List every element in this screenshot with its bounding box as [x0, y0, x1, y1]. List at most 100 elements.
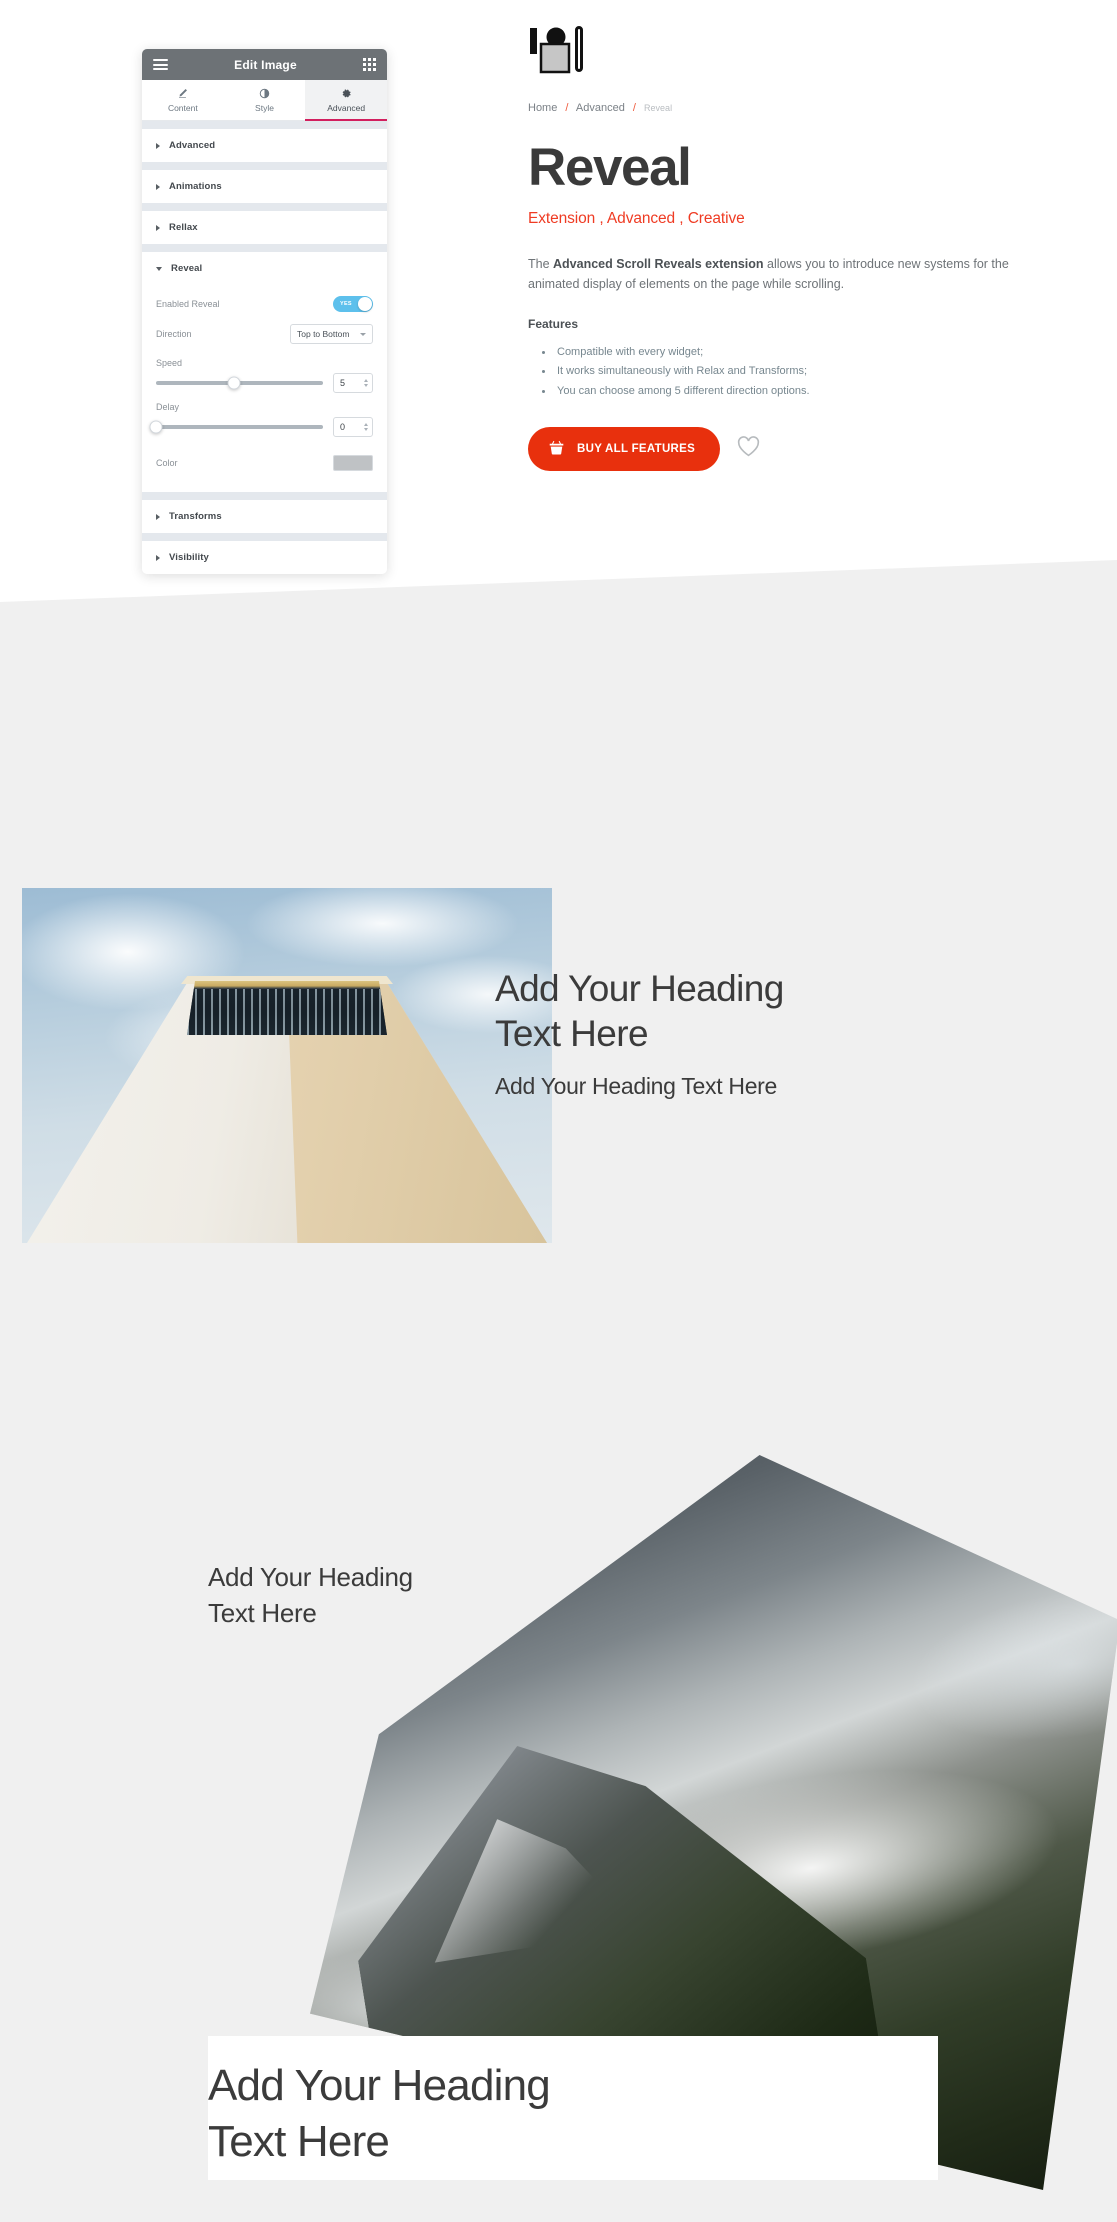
breadcrumb-separator: /: [565, 102, 569, 114]
chevron-right-icon: [156, 224, 160, 231]
buy-button-label: BUY ALL FEATURES: [577, 442, 696, 455]
page-root: Edit Image Content Style Advanced Advanc…: [0, 0, 1117, 2222]
speed-numberbox[interactable]: 5: [333, 373, 373, 393]
tab-content[interactable]: Content: [142, 80, 224, 120]
panel-divider-1: [142, 121, 387, 129]
chevron-right-icon: [156, 513, 160, 520]
cta-row: BUY ALL FEATURES: [528, 426, 1058, 471]
color-row: Color: [156, 448, 373, 478]
panel-header: Edit Image: [142, 49, 387, 80]
building-windows: [187, 981, 387, 1035]
speed-slider[interactable]: [156, 376, 323, 390]
panel-divider-4: [142, 244, 387, 252]
enabled-reveal-toggle[interactable]: YES: [333, 296, 373, 312]
tab-advanced-label: Advanced: [327, 103, 366, 113]
chevron-down-icon: [360, 332, 366, 336]
section-advanced[interactable]: Advanced: [142, 129, 387, 162]
direction-row: Direction Top to Bottom: [156, 319, 373, 349]
panel-title: Edit Image: [234, 57, 297, 72]
chevron-right-icon: [156, 142, 160, 149]
breadcrumb-item-home[interactable]: Home: [528, 102, 557, 114]
window-slats: [187, 988, 387, 1035]
section-transforms[interactable]: Transforms: [142, 500, 387, 533]
panel-divider-2: [142, 162, 387, 170]
spinner-icon[interactable]: [364, 423, 368, 431]
direction-select[interactable]: Top to Bottom: [290, 324, 373, 344]
direction-label: Direction: [156, 329, 192, 339]
speed-label: Speed: [156, 358, 183, 368]
delay-slider[interactable]: [149, 420, 323, 434]
demo-heading-block-1: Add Your Heading Text Here Add Your Head…: [495, 966, 1055, 1100]
delay-value: 0: [340, 422, 346, 432]
enabled-reveal-row: Enabled Reveal YES: [156, 289, 373, 319]
demo-subheading-1: Add Your Heading Text Here: [495, 1073, 778, 1100]
speed-value: 5: [340, 378, 346, 388]
list-item: Compatible with every widget;: [528, 343, 1058, 362]
toggle-state-label: YES: [340, 301, 352, 307]
tab-style-label: Style: [255, 103, 274, 113]
tab-advanced[interactable]: Advanced: [305, 80, 387, 121]
tab-style[interactable]: Style: [223, 80, 306, 120]
section-reveal[interactable]: Reveal: [142, 252, 387, 285]
spoon-knife-plate-logo: [528, 26, 590, 80]
speed-row: 5: [156, 373, 373, 393]
reveal-settings: Enabled Reveal YES Direction Top to Bott…: [142, 285, 387, 492]
heading-line-2: Text Here: [208, 1597, 317, 1628]
tab-content-label: Content: [167, 103, 198, 113]
chevron-right-icon: [156, 554, 160, 561]
section-rellax[interactable]: Rellax: [142, 211, 387, 244]
chevron-down-icon: [156, 266, 162, 271]
basket-icon: [548, 439, 565, 459]
panel-tabs: Content Style Advanced: [142, 80, 387, 121]
buy-all-features-button[interactable]: BUY ALL FEATURES: [528, 426, 721, 471]
speed-slider-thumb[interactable]: [227, 376, 241, 390]
heading-line-2: Text Here: [208, 2116, 390, 2166]
heading-line-1: Add Your Heading: [208, 2061, 551, 2110]
delay-numberbox[interactable]: 0: [333, 417, 373, 437]
demo-heading-block-3: Add Your Heading Text Here: [208, 2036, 938, 2180]
gear-icon: [305, 88, 387, 99]
enabled-reveal-label: Enabled Reveal: [156, 299, 220, 309]
section-advanced-label: Advanced: [169, 140, 216, 151]
section-reveal-label: Reveal: [171, 263, 203, 274]
hero-content: Home / Advanced / Reveal Reveal Extensio…: [528, 26, 1058, 471]
color-label: Color: [156, 458, 178, 468]
list-item: It works simultaneously with Relax and T…: [528, 362, 1058, 381]
breadcrumb-item-advanced[interactable]: Advanced: [576, 102, 625, 114]
breadcrumb-separator: /: [632, 102, 636, 114]
page-title: Reveal: [528, 138, 692, 197]
desc-part-1: The: [528, 256, 554, 271]
color-swatch[interactable]: [333, 455, 373, 471]
panel-divider-3: [142, 203, 387, 211]
section-transforms-label: Transforms: [169, 511, 222, 522]
delay-slider-thumb[interactable]: [149, 420, 163, 434]
heading-line-1: Add Your Heading: [208, 1562, 413, 1592]
demo-heading-3: Add Your Heading Text Here: [208, 2058, 938, 2170]
delay-row: 0: [149, 417, 373, 437]
breadcrumb-current: Reveal: [644, 103, 673, 113]
section-animations[interactable]: Animations: [142, 170, 387, 203]
heading-line-1: Add Your Heading: [495, 968, 784, 1009]
features-title: Features: [528, 317, 579, 332]
chevron-right-icon: [156, 183, 160, 190]
pencil-icon: [142, 88, 224, 99]
grid-icon[interactable]: [363, 58, 376, 71]
section-visibility[interactable]: Visibility: [142, 541, 387, 574]
features-list: Compatible with every widget; It works s…: [528, 343, 1058, 401]
spinner-icon[interactable]: [364, 379, 368, 387]
delay-label: Delay: [156, 402, 180, 412]
section-rellax-label: Rellax: [169, 222, 198, 233]
panel-divider-5: [142, 492, 387, 500]
heart-icon[interactable]: [737, 436, 760, 462]
breadcrumb: Home / Advanced / Reveal: [528, 102, 1058, 114]
direction-selected-value: Top to Bottom: [297, 329, 350, 339]
list-item: You can choose among 5 different directi…: [528, 382, 1058, 401]
desc-bold: Advanced Scroll Reveals extension: [553, 256, 764, 271]
section-animations-label: Animations: [169, 181, 222, 192]
demo-heading-1: Add Your Heading Text Here: [495, 966, 1055, 1056]
contrast-icon: [224, 88, 306, 99]
hamburger-icon[interactable]: [153, 59, 168, 70]
heading-line-2: Text Here: [495, 1013, 649, 1055]
section-visibility-label: Visibility: [169, 552, 209, 563]
building-image: [22, 888, 552, 1243]
